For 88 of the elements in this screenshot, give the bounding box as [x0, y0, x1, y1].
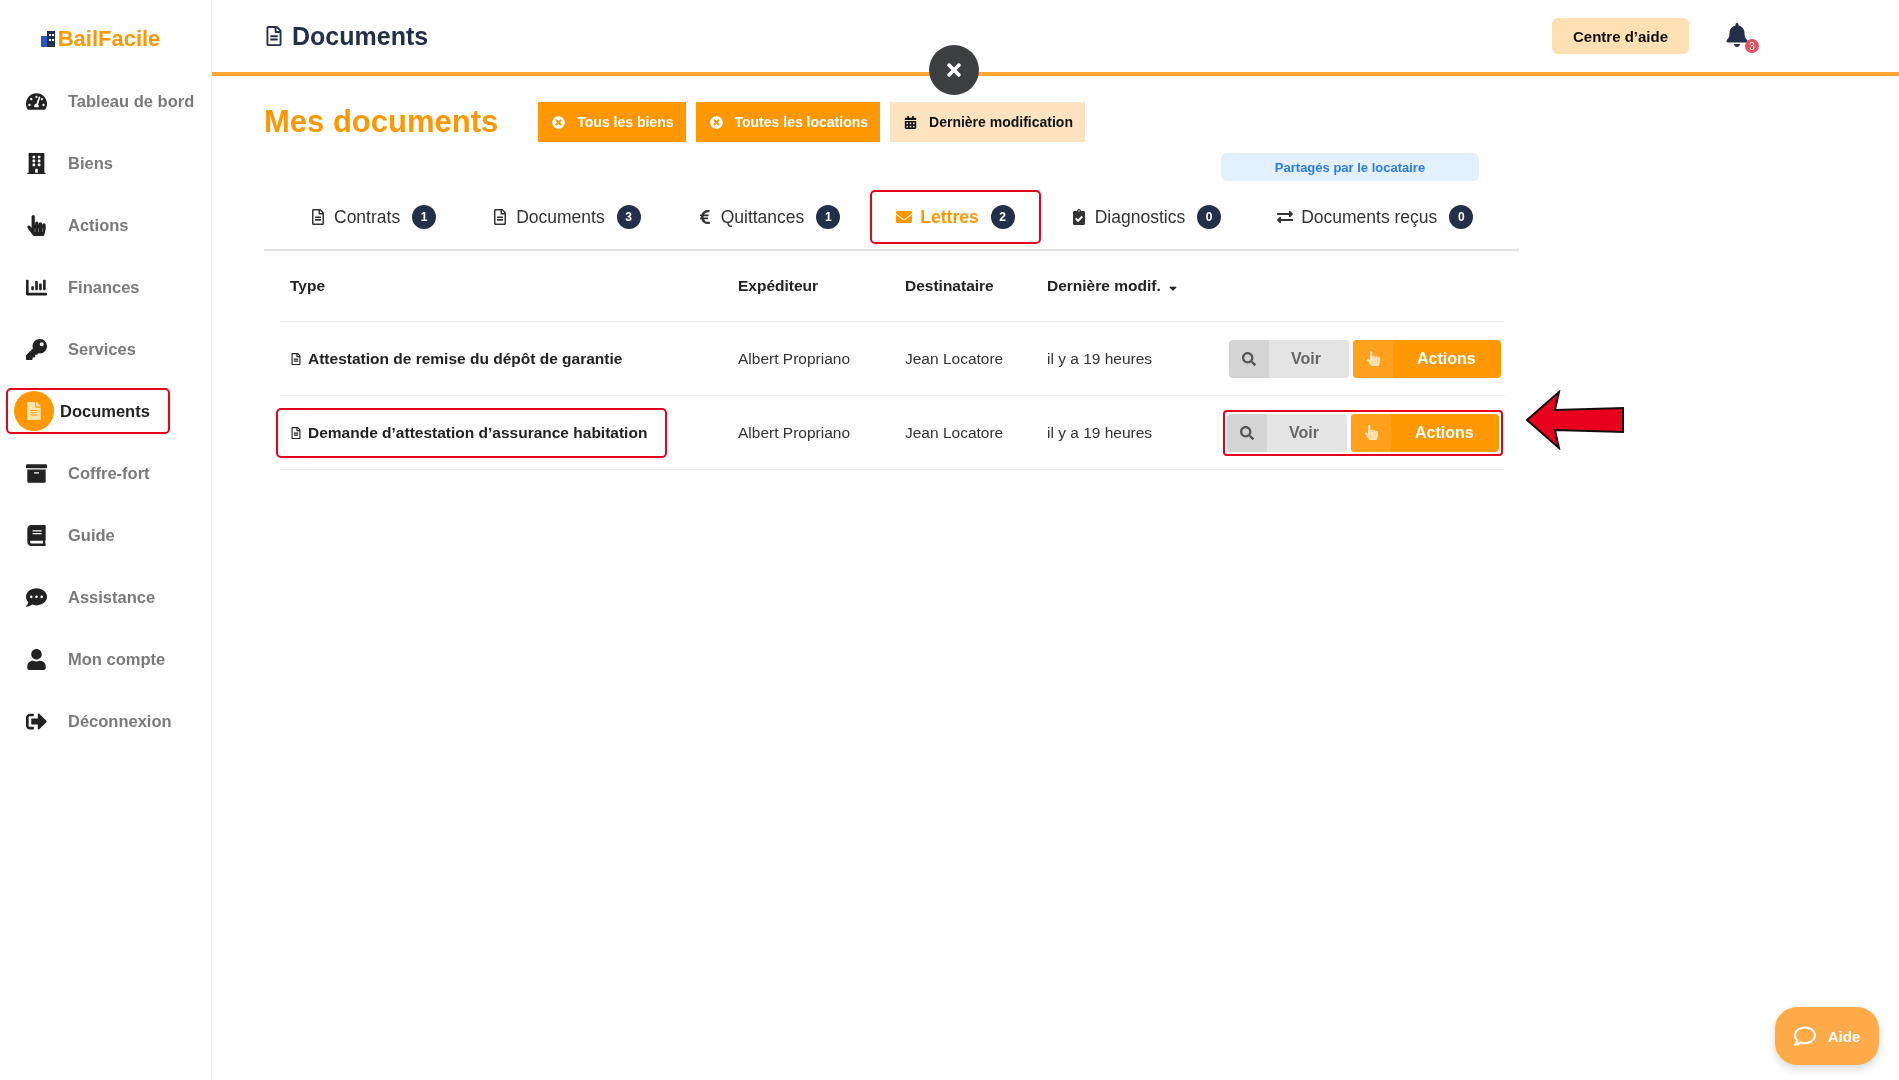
- hand-pointer-icon: [1365, 351, 1381, 366]
- tab[interactable]: Documents reçus 0: [1251, 190, 1500, 244]
- column-header: Type: [290, 277, 327, 295]
- annotation-arrow-icon: [1525, 390, 1625, 450]
- bell-icon: [1725, 23, 1749, 47]
- document-icon: [290, 352, 302, 365]
- modified-cell-text: il y a 19 heures: [1047, 349, 1154, 368]
- document-type: Attestation de remise du dépôt de garantie: [308, 349, 623, 368]
- modified-cell-text: il y a 19 heures: [1047, 423, 1154, 442]
- page-title: Mes documents: [264, 104, 499, 140]
- search-icon: [1240, 425, 1254, 440]
- view-button[interactable]: Voir: [1227, 413, 1347, 452]
- tab-label: Documents reçus: [1301, 206, 1438, 228]
- logo-icon: [40, 31, 55, 47]
- sidebar-item[interactable]: Guide: [6, 512, 170, 558]
- recipient-cell-text: Jean Locatore: [905, 423, 1005, 442]
- header-title: Documents: [292, 21, 429, 51]
- count-badge: 3: [616, 205, 641, 229]
- hand-pointer-icon: [1363, 425, 1379, 440]
- tab-label: Documents: [516, 206, 605, 228]
- tab[interactable]: Documents 3: [466, 190, 667, 244]
- sidebar-label: Déconnexion: [68, 711, 172, 731]
- sidebar-item[interactable]: Actions: [6, 202, 170, 248]
- sidebar-label: Assistance: [68, 587, 156, 607]
- sidebar-item[interactable]: Assistance: [6, 574, 170, 620]
- filter-button[interactable]: Dernière modification: [890, 102, 1085, 142]
- document-icon: [492, 209, 509, 225]
- document-icon: [264, 26, 284, 46]
- actions-button[interactable]: Actions: [1353, 339, 1501, 378]
- column-header[interactable]: Dernière modif.: [1047, 277, 1227, 295]
- sidebar-label: Coffre-fort: [68, 463, 150, 483]
- count-badge: 0: [1449, 205, 1474, 229]
- tab-label: Quittances: [720, 206, 805, 228]
- sidebar-item[interactable]: Coffre-fort: [6, 450, 170, 496]
- swap-arrows-icon: [1277, 209, 1294, 225]
- sidebar-label: Biens: [68, 153, 113, 173]
- sidebar-item[interactable]: Biens: [6, 140, 170, 186]
- column-header: Expéditeur: [738, 277, 820, 295]
- tab[interactable]: Quittances 1: [670, 190, 867, 244]
- count-badge: 2: [990, 205, 1015, 229]
- clear-icon: [709, 115, 723, 129]
- sidebar-item[interactable]: Finances: [6, 264, 170, 310]
- sidebar-item[interactable]: Mon compte: [6, 636, 174, 682]
- search-icon: [1242, 351, 1256, 366]
- sidebar-label: Mon compte: [68, 649, 166, 669]
- count-badge: 0: [1197, 205, 1222, 229]
- close-icon: [944, 60, 964, 80]
- count-badge: 1: [412, 205, 437, 229]
- document-type: Demande d’attestation d’assurance habitation: [308, 423, 648, 442]
- sidebar-item[interactable]: Déconnexion: [6, 698, 180, 744]
- sidebar-item[interactable]: Services: [6, 326, 170, 372]
- actions-button[interactable]: Actions: [1351, 413, 1499, 452]
- logo-text: BailFacile: [57, 26, 161, 52]
- help-center-button[interactable]: Centre d’aide: [1551, 18, 1689, 54]
- sidebar-label: Services: [68, 339, 136, 359]
- filter-button[interactable]: Tous les biens: [538, 102, 686, 142]
- sidebar-label: Guide: [68, 525, 115, 545]
- envelope-icon: [896, 209, 913, 225]
- filter-button[interactable]: Toutes les locations: [695, 102, 881, 142]
- sender-cell-text: Albert Propriano: [738, 423, 851, 442]
- sidebar-label: Tableau de bord: [68, 91, 195, 111]
- tab[interactable]: Diagnostics 0: [1044, 190, 1248, 244]
- tab-label: Contrats: [334, 206, 401, 228]
- notification-badge: 3: [1745, 39, 1759, 53]
- sender-cell-text: Albert Propriano: [738, 349, 851, 368]
- shared-by-tenant-label[interactable]: Partagés par le locataire: [1221, 153, 1479, 181]
- notification-bell[interactable]: 3: [1723, 19, 1759, 53]
- tab-label: Lettres: [920, 206, 979, 228]
- column-header: Destinataire: [905, 277, 995, 295]
- document-icon: [310, 209, 326, 225]
- sidebar-label: Actions: [68, 215, 129, 235]
- document-icon: [14, 391, 54, 431]
- sidebar-label: Finances: [68, 277, 140, 297]
- calendar-icon: [904, 115, 918, 129]
- close-button[interactable]: [929, 45, 979, 95]
- recipient-cell-text: Jean Locatore: [905, 349, 1005, 368]
- sidebar-item[interactable]: Documents: [6, 388, 170, 434]
- speech-bubble-icon: [1793, 1025, 1816, 1047]
- view-button[interactable]: Voir: [1229, 339, 1349, 378]
- clear-icon: [552, 115, 566, 129]
- tab[interactable]: Contrats 1: [284, 190, 463, 244]
- count-badge: 1: [816, 205, 841, 229]
- sidebar-label: Documents: [60, 401, 150, 421]
- tab-label: Diagnostics: [1094, 206, 1186, 228]
- clipboard-check-icon: [1070, 209, 1087, 225]
- document-icon: [290, 426, 302, 439]
- tab[interactable]: Lettres 2: [870, 190, 1041, 244]
- sidebar-item[interactable]: Tableau de bord: [6, 78, 203, 124]
